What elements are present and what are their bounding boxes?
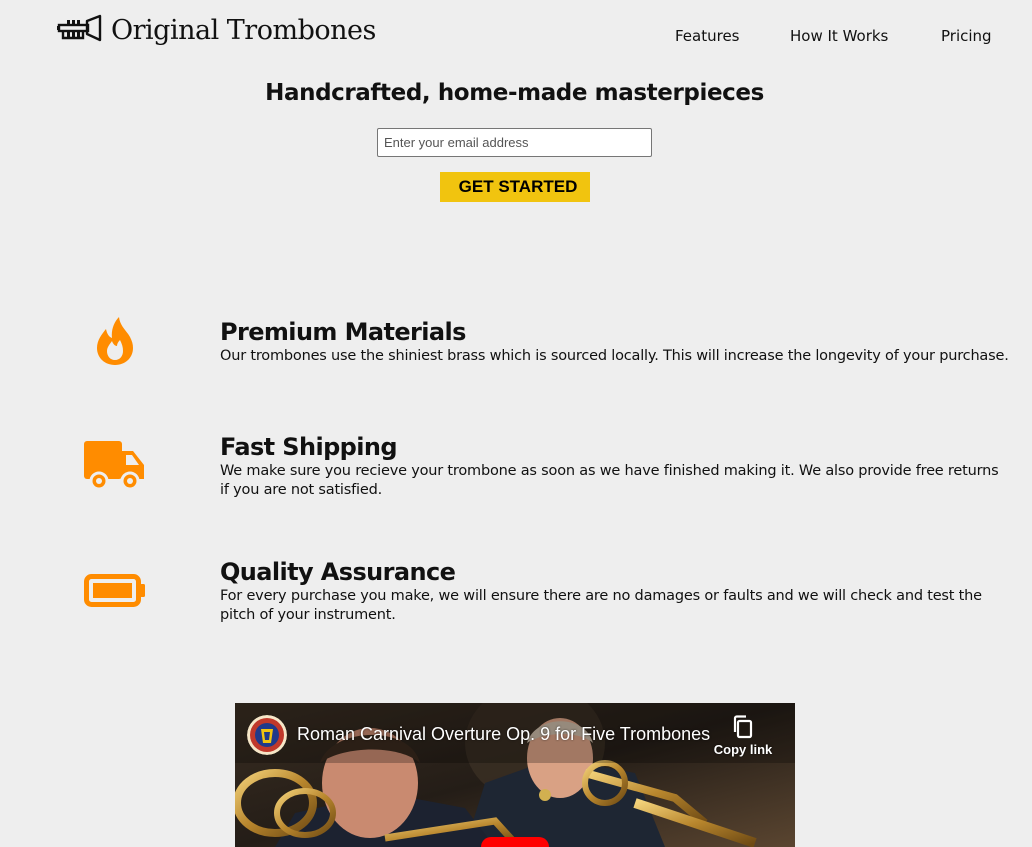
brand-name: Original Trombones <box>111 14 376 46</box>
nav-link-pricing[interactable]: Pricing <box>941 27 992 45</box>
hero-heading: Handcrafted, home-made masterpieces <box>265 80 764 106</box>
copy-link-button[interactable]: Copy link <box>713 715 773 767</box>
feature-description-fast-shipping: We make sure you recieve your trombone a… <box>220 463 999 498</box>
copy-link-label: Copy link <box>713 742 773 757</box>
feature-description-quality-assurance: For every purchase you make, we will ens… <box>220 588 982 623</box>
play-button[interactable] <box>481 837 549 847</box>
fire-icon <box>97 317 133 365</box>
feature-description-premium-materials: Our trombones use the shiniest brass whi… <box>220 348 1009 364</box>
channel-logo-icon[interactable] <box>247 715 287 755</box>
get-started-button[interactable]: GET STARTED <box>440 172 590 202</box>
copy-icon <box>733 715 753 739</box>
email-input[interactable] <box>377 128 652 157</box>
feature-title-fast-shipping: Fast Shipping <box>220 433 398 461</box>
video-embed[interactable]: Roman Carnival Overture Op. 9 for Five T… <box>235 703 795 847</box>
battery-icon <box>84 574 145 607</box>
nav-link-features[interactable]: Features <box>675 27 740 45</box>
brand-logo[interactable]: Original Trombones <box>57 14 376 46</box>
feature-title-premium-materials: Premium Materials <box>220 318 466 346</box>
landing-page: Original Trombones Features How It Works… <box>0 0 1032 847</box>
truck-icon <box>84 441 144 490</box>
channel-logo-graphic <box>247 715 287 755</box>
trumpet-icon <box>57 14 102 42</box>
feature-title-quality-assurance: Quality Assurance <box>220 558 456 586</box>
nav-link-how-it-works[interactable]: How It Works <box>790 27 888 45</box>
video-title[interactable]: Roman Carnival Overture Op. 9 for Five T… <box>297 724 710 745</box>
